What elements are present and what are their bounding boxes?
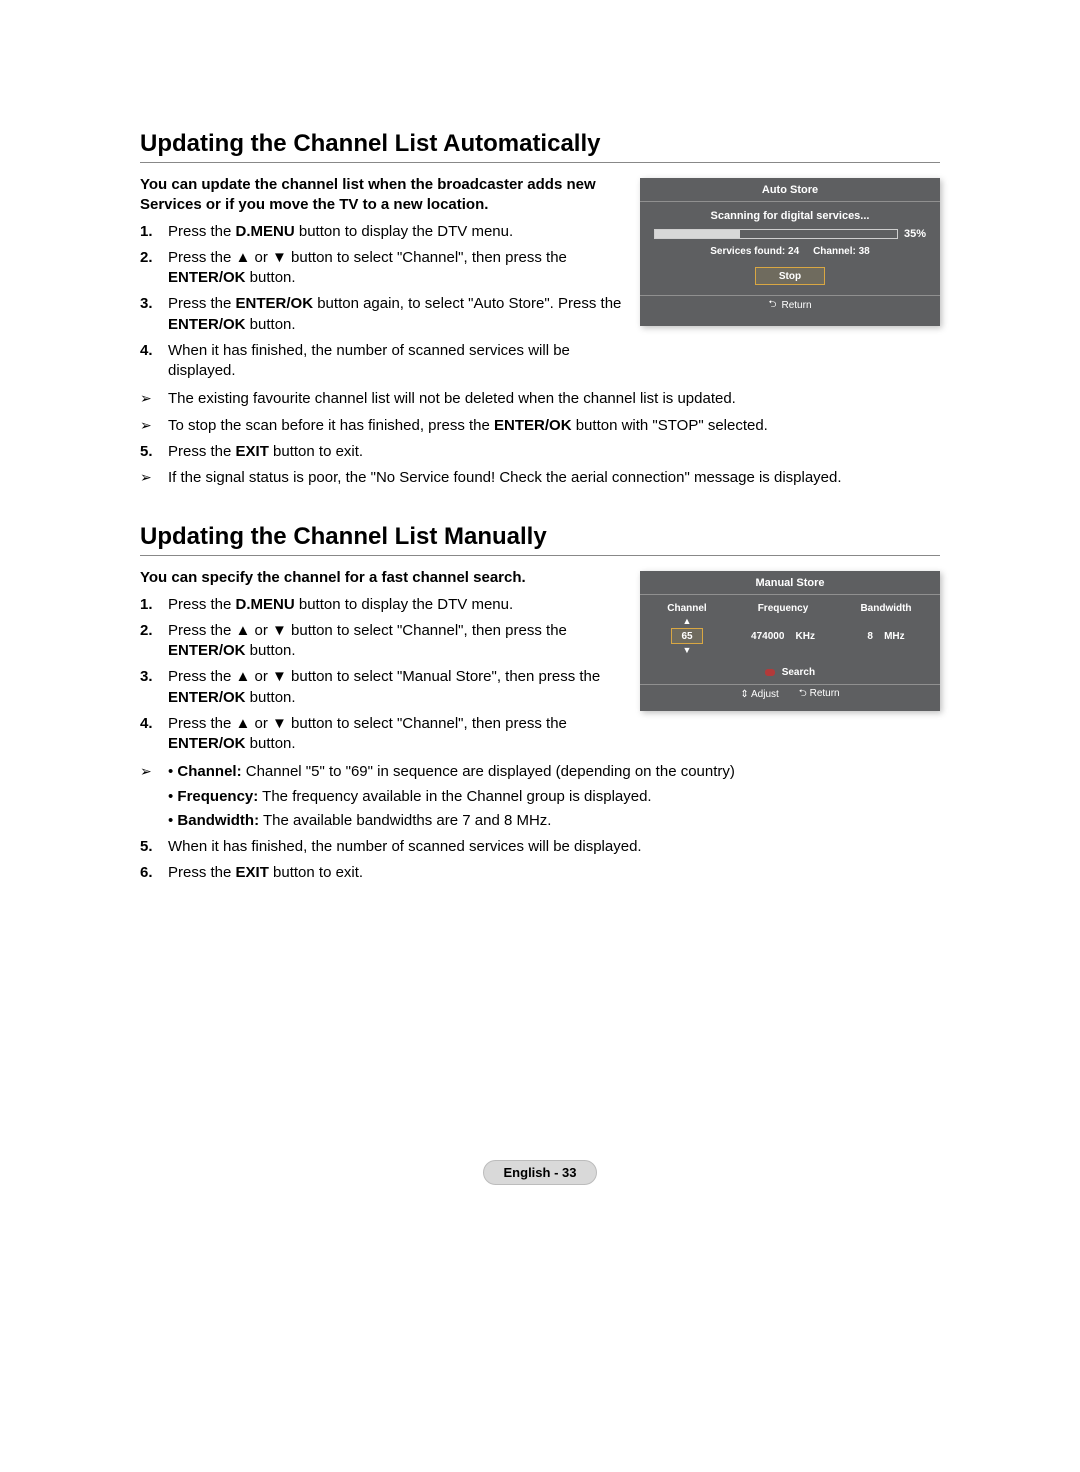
page-footer: English - 33: [0, 1160, 1080, 1185]
step-number: 2.: [140, 248, 168, 289]
step-number: 5.: [140, 837, 168, 857]
step-number: 5.: [140, 442, 168, 462]
intro-text: You can specify the channel for a fast c…: [140, 568, 622, 588]
step-number: 4.: [140, 341, 168, 382]
arrow-up-icon[interactable]: ▲: [654, 617, 720, 626]
step-number: 3.: [140, 667, 168, 708]
return-label: Return: [810, 688, 840, 699]
step-text: Press the ▲ or ▼ button to select "Chann…: [168, 621, 622, 662]
note-text: If the signal status is poor, the "No Se…: [168, 468, 940, 488]
channel-value[interactable]: 65: [671, 628, 703, 644]
bandwidth-value: 8: [867, 631, 873, 642]
divider: [140, 555, 940, 556]
arrow-down-icon[interactable]: ▼: [654, 646, 720, 655]
step-text: Press the EXIT button to exit.: [168, 442, 940, 462]
step-number: 2.: [140, 621, 168, 662]
return-icon: ⮌: [768, 297, 776, 314]
section-manual: Updating the Channel List Manually You c…: [140, 523, 940, 883]
step-number: 6.: [140, 863, 168, 883]
step-text: Press the ENTER/OK button again, to sele…: [168, 294, 622, 335]
note-text: To stop the scan before it has finished,…: [168, 416, 940, 436]
step-number: 4.: [140, 714, 168, 755]
header-frequency: Frequency: [728, 603, 838, 614]
step-text: Press the ▲ or ▼ button to select "Chann…: [168, 714, 622, 755]
osd-title: Manual Store: [640, 571, 940, 595]
section-title: Updating the Channel List Manually: [140, 523, 940, 551]
bullet-text: • Channel: Channel "5" to "69" in sequen…: [168, 762, 940, 782]
adjust-label: Adjust: [751, 689, 779, 700]
stop-button[interactable]: Stop: [755, 267, 825, 285]
adjust-icon: ⇕: [740, 689, 748, 700]
step-text: Press the ▲ or ▼ button to select "Manua…: [168, 667, 622, 708]
note-icon: ➢: [140, 389, 168, 409]
step-number: 3.: [140, 294, 168, 335]
section-title: Updating the Channel List Automatically: [140, 130, 940, 158]
frequency-value: 474000: [751, 631, 784, 642]
intro-text: You can update the channel list when the…: [140, 175, 622, 216]
step-text: Press the D.MENU button to display the D…: [168, 222, 622, 242]
red-button-icon: [765, 669, 775, 676]
bullet-text: • Bandwidth: The available bandwidths ar…: [168, 811, 940, 831]
progress-percent: 35%: [904, 228, 926, 240]
header-channel: Channel: [654, 603, 720, 614]
step-text: When it has finished, the number of scan…: [168, 341, 622, 382]
step-text: Press the EXIT button to exit.: [168, 863, 940, 883]
divider: [140, 162, 940, 163]
channel-number: Channel: 38: [813, 246, 870, 257]
search-label: Search: [782, 667, 815, 678]
step-number: 1.: [140, 222, 168, 242]
khz-label: KHz: [796, 631, 815, 642]
note-icon: ➢: [140, 762, 168, 831]
step-number: 1.: [140, 595, 168, 615]
note-icon: ➢: [140, 468, 168, 488]
step-text: When it has finished, the number of scan…: [168, 837, 940, 857]
section-automatic: Updating the Channel List Automatically …: [140, 130, 940, 488]
note-icon: ➢: [140, 416, 168, 436]
page-number-pill: English - 33: [483, 1160, 598, 1185]
bullet-text: • Frequency: The frequency available in …: [168, 787, 940, 807]
progress-fill: [655, 230, 740, 238]
progress-bar: [654, 229, 898, 239]
scanning-label: Scanning for digital services...: [654, 210, 926, 222]
return-label: Return: [782, 300, 812, 311]
step-text: Press the ▲ or ▼ button to select "Chann…: [168, 248, 622, 289]
services-found: Services found: 24: [710, 246, 799, 257]
return-icon: ⮌: [799, 688, 807, 699]
mhz-label: MHz: [884, 631, 905, 642]
auto-store-screenshot: Auto Store Scanning for digital services…: [640, 178, 940, 326]
osd-title: Auto Store: [640, 178, 940, 202]
note-text: The existing favourite channel list will…: [168, 389, 940, 409]
step-text: Press the D.MENU button to display the D…: [168, 595, 622, 615]
header-bandwidth: Bandwidth: [846, 603, 926, 614]
manual-store-screenshot: Manual Store Channel Frequency Bandwidth…: [640, 571, 940, 711]
